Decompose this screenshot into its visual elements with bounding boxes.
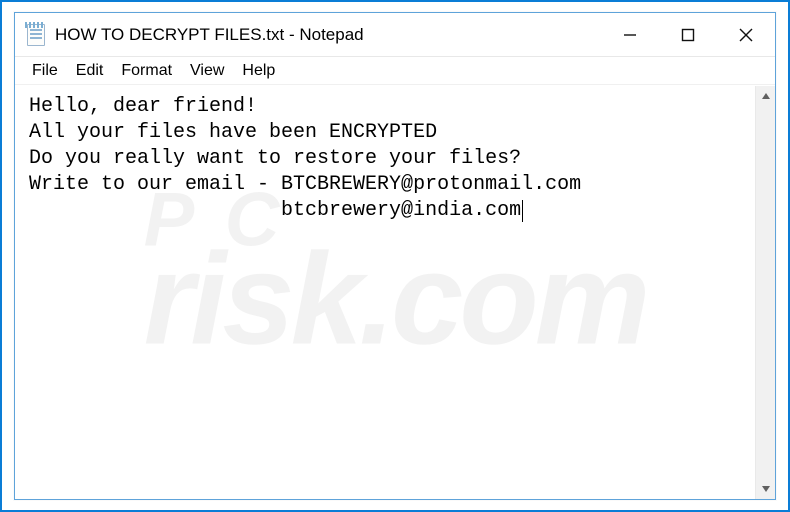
text-line: All your files have been ENCRYPTED [29,121,437,144]
text-line: Hello, dear friend! [29,95,257,118]
menu-view[interactable]: View [181,60,233,82]
text-editor-area[interactable]: Hello, dear friend! All your files have … [15,86,755,499]
minimize-button[interactable] [601,13,659,56]
menu-format[interactable]: Format [112,60,181,82]
text-line: Write to our email - BTCBREWERY@protonma… [29,173,581,196]
menu-file[interactable]: File [23,60,67,82]
titlebar[interactable]: HOW TO DECRYPT FILES.txt - Notepad [15,13,775,57]
notepad-app-icon [25,22,47,48]
menu-edit[interactable]: Edit [67,60,113,82]
text-caret [522,200,523,222]
menu-help[interactable]: Help [233,60,284,82]
scroll-track[interactable] [756,106,775,479]
text-line: btcbrewery@india.com [29,199,521,222]
close-button[interactable] [717,13,775,56]
scroll-down-button[interactable] [756,479,775,499]
vertical-scrollbar[interactable] [755,86,775,499]
scroll-up-button[interactable] [756,86,775,106]
maximize-button[interactable] [659,13,717,56]
menubar: File Edit Format View Help [15,57,775,85]
notepad-window: HOW TO DECRYPT FILES.txt - Notepad File … [14,12,776,500]
text-line: Do you really want to restore your files… [29,147,521,170]
window-title: HOW TO DECRYPT FILES.txt - Notepad [55,25,601,45]
